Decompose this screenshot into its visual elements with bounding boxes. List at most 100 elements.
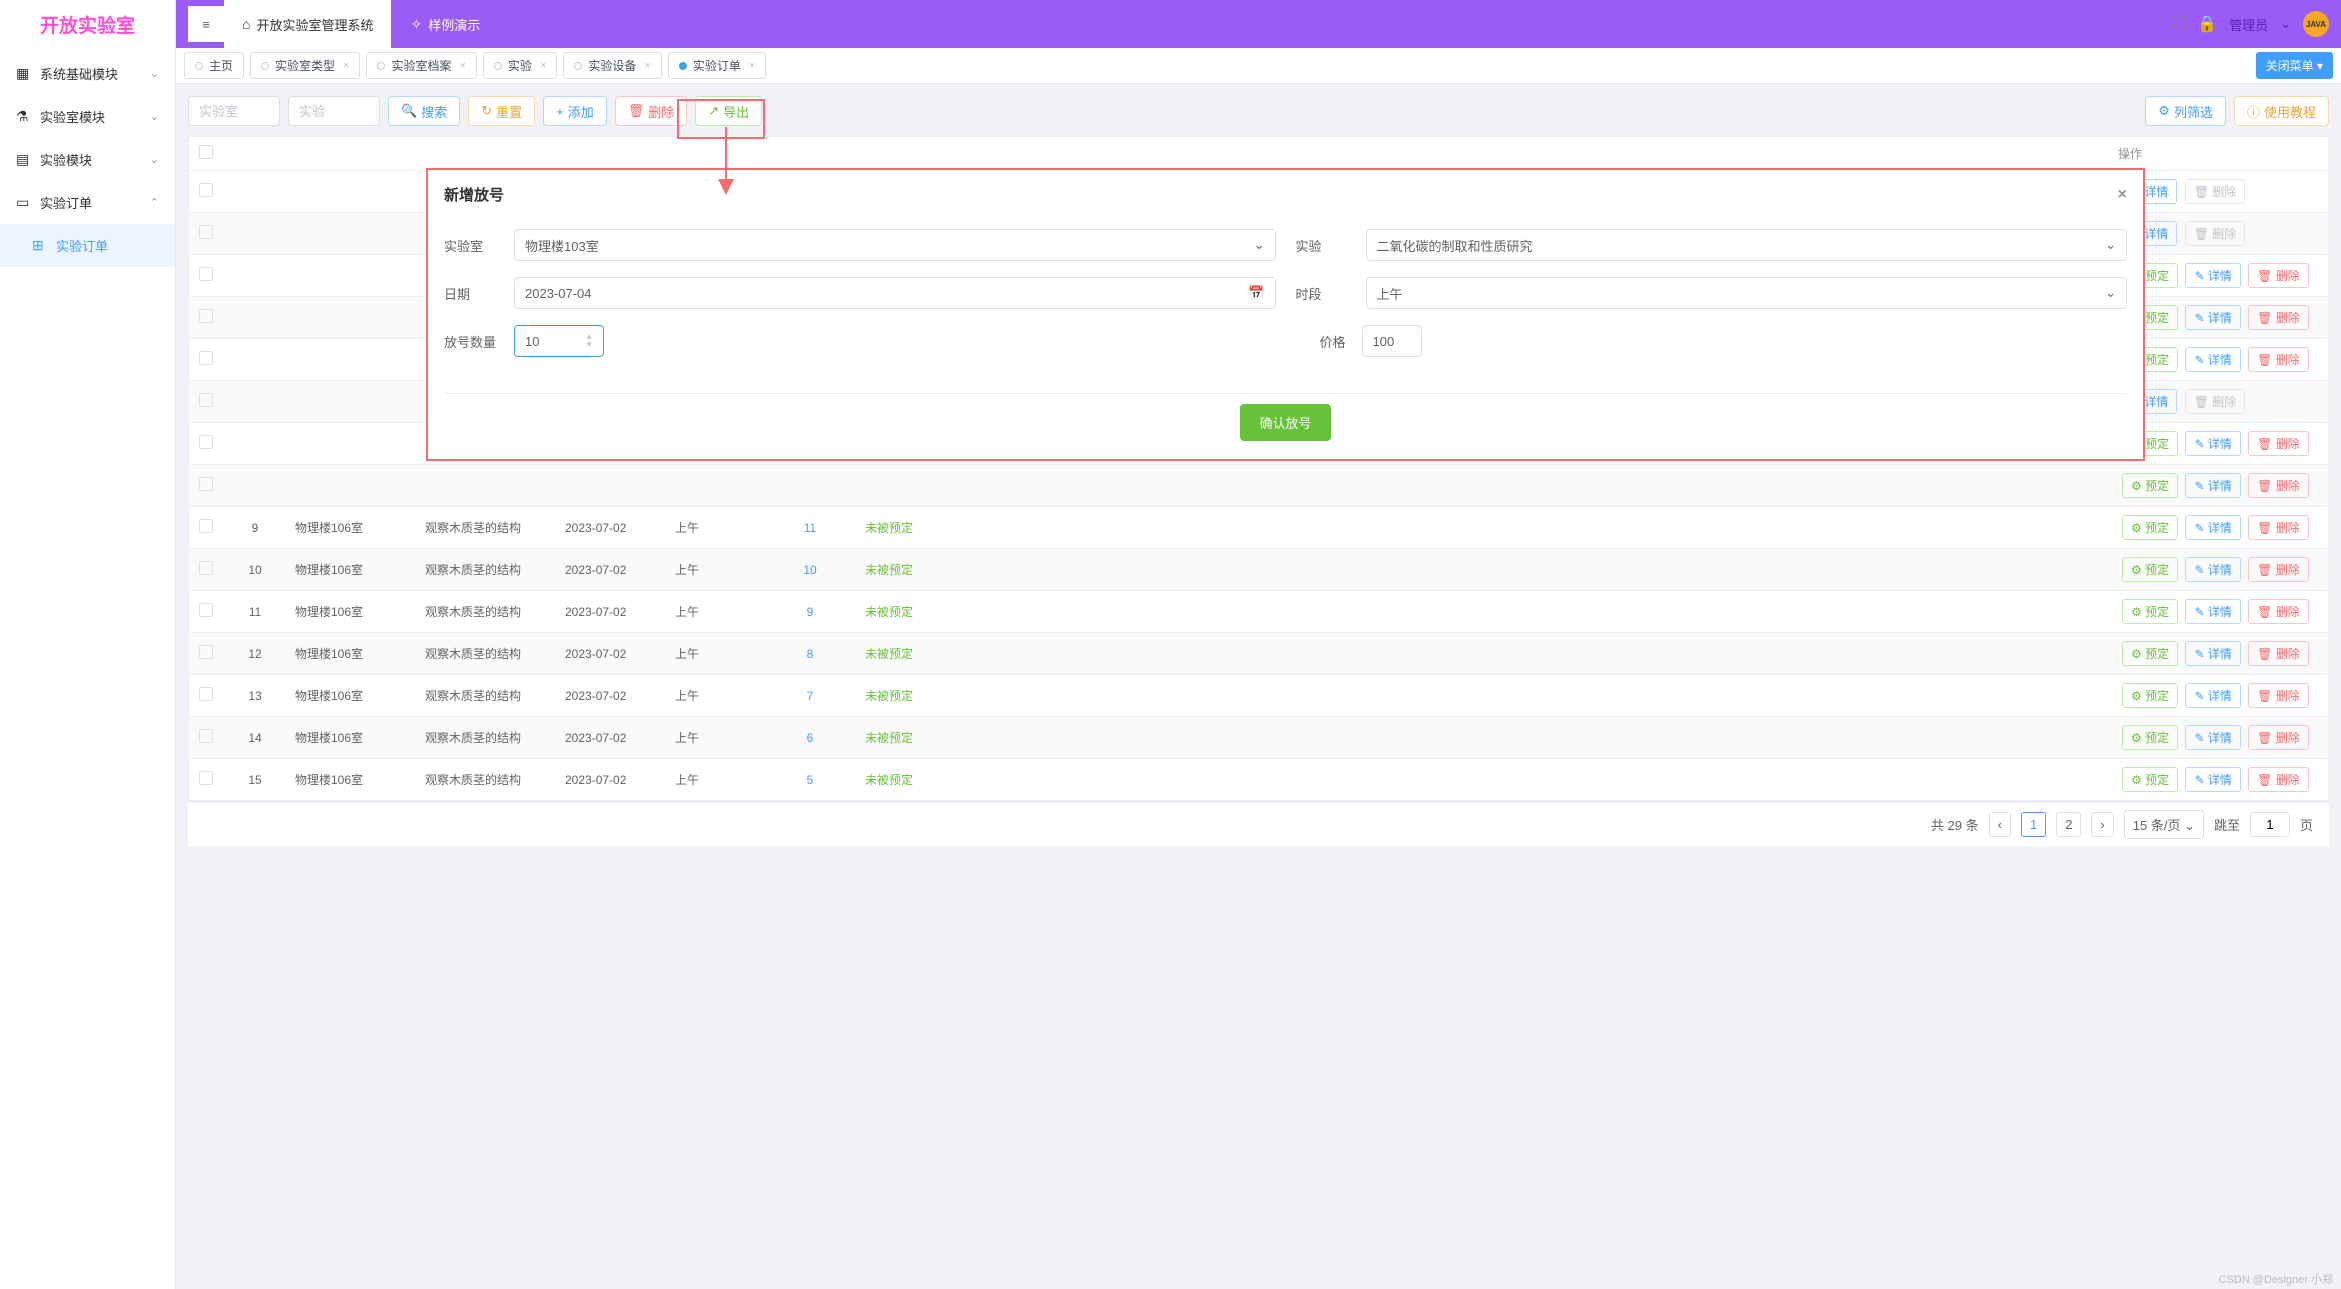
detail-button[interactable]: ✎ 详情 xyxy=(2185,767,2240,792)
detail-button[interactable]: ✎ 详情 xyxy=(2185,725,2240,750)
detail-button[interactable]: ✎ 详情 xyxy=(2185,473,2240,498)
checkbox[interactable] xyxy=(199,435,213,449)
reserve-button[interactable]: ⚙ 预定 xyxy=(2122,515,2178,540)
tab-equipment[interactable]: 实验设备× xyxy=(563,52,661,79)
top-tab-demo[interactable]: ✧ 样例演示 xyxy=(392,0,498,48)
tab-order[interactable]: 实验订单× xyxy=(668,52,766,79)
delete-button[interactable]: 🗑 删除 xyxy=(2248,263,2309,288)
step-down-icon[interactable]: ▼ xyxy=(585,341,593,349)
search-button[interactable]: 🔍搜索 xyxy=(388,96,460,126)
checkbox[interactable] xyxy=(199,687,213,701)
delete-button[interactable]: 🗑 删除 xyxy=(2248,347,2309,372)
detail-button[interactable]: ✎ 详情 xyxy=(2185,641,2240,666)
exp-select[interactable]: 二氧化碳的制取和性质研究⌄ xyxy=(1366,229,2128,261)
tab-experiment[interactable]: 实验× xyxy=(483,52,557,79)
delete-button[interactable]: 🗑 删除 xyxy=(2248,515,2309,540)
tutorial-button[interactable]: ⓘ使用教程 xyxy=(2234,96,2329,126)
delete-button[interactable]: 🗑 删除 xyxy=(2248,725,2309,750)
delete-button[interactable]: 🗑 删除 xyxy=(2185,389,2246,414)
count-input[interactable]: 10 ▲▼ xyxy=(514,325,604,357)
confirm-button[interactable]: 确认放号 xyxy=(1240,404,1330,441)
hamburger-icon[interactable]: ≡ xyxy=(188,6,224,42)
reserve-button[interactable]: ⚙ 预定 xyxy=(2122,641,2178,666)
tab-lab-archive[interactable]: 实验室档案× xyxy=(366,52,476,79)
per-page-select[interactable]: 15 条/页 ⌄ xyxy=(2124,810,2204,839)
delete-button[interactable]: 🗑 删除 xyxy=(2185,179,2246,204)
detail-button[interactable]: ✎ 详情 xyxy=(2185,305,2240,330)
next-page[interactable]: › xyxy=(2091,812,2113,837)
chevron-down-icon[interactable]: ⌄ xyxy=(2280,16,2291,32)
sidebar-item-lab[interactable]: ⚗ 实验室模块 ⌄ xyxy=(0,95,175,138)
filter-button[interactable]: ⚙列筛选 xyxy=(2145,96,2226,126)
price-input[interactable]: 100 xyxy=(1362,325,1422,357)
tab-home[interactable]: 主页 xyxy=(184,52,244,79)
checkbox[interactable] xyxy=(199,771,213,785)
fullscreen-icon[interactable]: ⛶ xyxy=(2174,15,2185,33)
date-input[interactable]: 2023-07-04📅 xyxy=(514,277,1276,309)
detail-button[interactable]: ✎ 详情 xyxy=(2185,263,2240,288)
reserve-button[interactable]: ⚙ 预定 xyxy=(2122,557,2178,582)
prev-page[interactable]: ‹ xyxy=(1989,812,2011,837)
reserve-button[interactable]: ⚙ 预定 xyxy=(2122,683,2178,708)
checkbox[interactable] xyxy=(199,183,213,197)
checkbox-all[interactable] xyxy=(199,145,213,159)
close-icon[interactable]: × xyxy=(749,60,755,72)
sidebar-item-order[interactable]: ▭ 实验订单 ⌃ xyxy=(0,181,175,224)
export-button[interactable]: ↗导出 xyxy=(695,96,762,126)
lab-input[interactable] xyxy=(188,96,280,126)
add-button[interactable]: +添加 xyxy=(543,96,607,126)
delete-button[interactable]: 🗑 删除 xyxy=(2185,221,2246,246)
checkbox[interactable] xyxy=(199,603,213,617)
exp-input[interactable] xyxy=(288,96,380,126)
delete-button[interactable]: 🗑 删除 xyxy=(2248,683,2309,708)
close-icon[interactable]: × xyxy=(644,60,650,72)
sidebar-item-experiment[interactable]: ▤ 实验模块 ⌄ xyxy=(0,138,175,181)
checkbox[interactable] xyxy=(199,393,213,407)
top-tab-system[interactable]: ⌂ 开放实验室管理系统 xyxy=(224,0,391,48)
reserve-button[interactable]: ⚙ 预定 xyxy=(2122,767,2178,792)
checkbox[interactable] xyxy=(199,309,213,323)
detail-button[interactable]: ✎ 详情 xyxy=(2185,347,2240,372)
checkbox[interactable] xyxy=(199,561,213,575)
checkbox[interactable] xyxy=(199,225,213,239)
delete-button[interactable]: 🗑 删除 xyxy=(2248,599,2309,624)
period-select[interactable]: 上午⌄ xyxy=(1366,277,2128,309)
delete-button[interactable]: 🗑 删除 xyxy=(2248,641,2309,666)
detail-button[interactable]: ✎ 详情 xyxy=(2185,599,2240,624)
checkbox[interactable] xyxy=(199,729,213,743)
detail-button[interactable]: ✎ 详情 xyxy=(2185,431,2240,456)
close-icon[interactable]: × xyxy=(540,60,546,72)
checkbox[interactable] xyxy=(199,267,213,281)
delete-button[interactable]: 🗑 删除 xyxy=(2248,767,2309,792)
modal-title: 新增放号 xyxy=(444,184,504,205)
detail-button[interactable]: ✎ 详情 xyxy=(2185,683,2240,708)
reserve-button[interactable]: ⚙ 预定 xyxy=(2122,599,2178,624)
page-2[interactable]: 2 xyxy=(2056,812,2081,837)
sidebar-item-order-sub[interactable]: ⊞ 实验订单 xyxy=(0,224,175,267)
close-menu-button[interactable]: 关闭菜单 ▾ xyxy=(2256,52,2333,79)
checkbox[interactable] xyxy=(199,519,213,533)
sidebar-item-system[interactable]: ▦ 系统基础模块 ⌄ xyxy=(0,52,175,95)
page-1[interactable]: 1 xyxy=(2021,812,2046,837)
close-icon[interactable]: × xyxy=(2118,186,2127,204)
delete-button[interactable]: 🗑 删除 xyxy=(2248,557,2309,582)
lock-icon[interactable]: 🔒 xyxy=(2197,14,2217,34)
delete-button[interactable]: 🗑删除 xyxy=(615,96,688,126)
tab-lab-type[interactable]: 实验室类型× xyxy=(250,52,360,79)
delete-button[interactable]: 🗑 删除 xyxy=(2248,431,2309,456)
reserve-button[interactable]: ⚙ 预定 xyxy=(2122,725,2178,750)
detail-button[interactable]: ✎ 详情 xyxy=(2185,515,2240,540)
checkbox[interactable] xyxy=(199,645,213,659)
reserve-button[interactable]: ⚙ 预定 xyxy=(2122,473,2178,498)
reset-button[interactable]: ↻重置 xyxy=(468,96,535,126)
jump-input[interactable] xyxy=(2250,812,2290,837)
close-icon[interactable]: × xyxy=(459,60,465,72)
checkbox[interactable] xyxy=(199,351,213,365)
close-icon[interactable]: × xyxy=(343,60,349,72)
checkbox[interactable] xyxy=(199,477,213,491)
detail-button[interactable]: ✎ 详情 xyxy=(2185,557,2240,582)
user-name[interactable]: 管理员 xyxy=(2229,15,2268,34)
lab-select[interactable]: 物理楼103室⌄ xyxy=(514,229,1276,261)
delete-button[interactable]: 🗑 删除 xyxy=(2248,473,2309,498)
delete-button[interactable]: 🗑 删除 xyxy=(2248,305,2309,330)
